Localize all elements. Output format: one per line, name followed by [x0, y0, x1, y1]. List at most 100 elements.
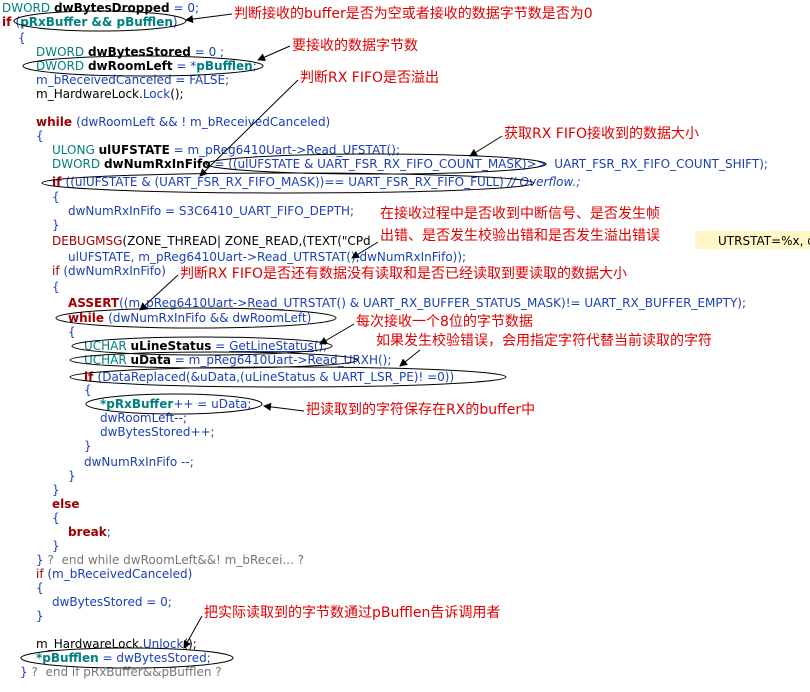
- code-line: if (DataReplaced(&uData,(uLineStatus & U…: [84, 370, 454, 384]
- code-token: ;: [106, 525, 111, 539]
- code-line: DWORD dwBytesStored = 0 ;: [36, 45, 224, 59]
- code-token: {: [52, 280, 60, 294]
- code-token: dwBytesDropped: [53, 1, 170, 15]
- code-token: = 0 ;: [190, 45, 225, 59]
- code-token: if: [52, 175, 66, 189]
- code-token: {: [52, 511, 60, 525]
- code-token: }: [68, 469, 76, 483]
- code-line: if (pRxBuffer && pBufflen): [2, 15, 178, 29]
- code-token: dwNumRxInFifo = S3C6410_UART_FIFO_DEPTH;: [68, 204, 355, 218]
- code-line: }: [84, 439, 92, 453]
- annotation-a9: 如果发生校验错误，会用指定字符代替当前读取的字符: [376, 333, 712, 349]
- code-token: break: [68, 525, 107, 539]
- code-line: *pRxBuffer++ = uData;: [100, 397, 251, 411]
- code-line: {: [68, 325, 76, 339]
- code-line: ASSERT((m_pReg6410Uart->Read_UTRSTAT() &…: [68, 296, 746, 310]
- code-line: dwRoomLeft--;: [100, 411, 187, 425]
- code-token: ): [172, 15, 178, 29]
- code-line: if (dwNumRxInFifo): [52, 264, 166, 278]
- code-token: while: [36, 115, 77, 129]
- code-token: =: [211, 339, 230, 353]
- annotation-a2: 要接收的数据字节数: [292, 38, 418, 54]
- code-token: Unlock: [142, 637, 184, 651]
- annotation-a5: 在接收过程中是否收到中断信号、是否发生帧: [380, 206, 660, 223]
- code-token: }: [84, 439, 92, 453]
- code-token: ++ = uData;: [173, 397, 252, 411]
- code-token: *pBufflen: [36, 651, 99, 665]
- code-token: // Overflow.;: [507, 175, 581, 189]
- code-line: break;: [68, 525, 111, 539]
- annotation-a4: 获取RX FIFO接收到的数据大小: [504, 126, 700, 142]
- code-line: DWORD dwRoomLeft = *pBufflen;: [36, 59, 257, 73]
- code-token: DWORD: [36, 59, 88, 73]
- code-token: uData: [130, 353, 171, 367]
- code-token: m_bReceivedCanceled = FALSE;: [36, 73, 230, 87]
- code-token: ASSERT: [68, 296, 120, 310]
- code-line: m_HardwareLock.Unlock();: [36, 637, 197, 651]
- code-line: dwBytesStored++;: [100, 425, 215, 439]
- code-token: {: [68, 325, 76, 339]
- code-token: (dwNumRxInFifo): [63, 264, 166, 278]
- annotation-a11: 把实际读取到的字节数通过pBufflen告诉调用者: [204, 605, 501, 621]
- code-line: } ? end while dwRoomLeft&&! m_bRecei... …: [36, 553, 304, 567]
- code-line: {: [36, 581, 44, 595]
- code-token: else: [52, 497, 80, 511]
- code-token: (dwRoomLeft && ! m_bReceivedCanceled): [76, 115, 331, 129]
- code-line: }: [52, 539, 60, 553]
- code-token: ulUFSTATE, m_pReg6410Uart->Read_UTRSTAT(…: [68, 250, 467, 264]
- annotation-a6: 出错、是否发生校验出错和是否发生溢出错误: [380, 228, 660, 245]
- code-editor-canvas: DWORD dwBytesDropped = 0; if (pRxBuffer &…: [0, 0, 810, 692]
- code-token: if: [2, 15, 16, 29]
- code-token: }: [36, 553, 48, 567]
- arrow-9: [399, 349, 421, 367]
- code-line: {: [52, 280, 60, 294]
- code-line: }: [36, 609, 44, 623]
- code-token: {: [36, 581, 44, 595]
- code-token: = dwBytesStored;: [98, 651, 211, 665]
- arrow-10: [263, 402, 305, 412]
- code-line: dwNumRxInFifo = S3C6410_UART_FIFO_DEPTH;: [68, 204, 354, 218]
- code-token: {: [36, 129, 44, 143]
- code-token: UCHAR: [84, 339, 131, 353]
- code-line: m_HardwareLock.Lock();: [36, 87, 184, 101]
- code-token: (DataReplaced(&uData,(uLineStatus & UART…: [97, 370, 455, 384]
- code-token: = m_pReg6410Uart->Read_UFSTAT();: [169, 143, 400, 157]
- code-token: dwBytesStored++;: [100, 425, 215, 439]
- code-line: {: [52, 190, 60, 204]
- annotation-a10: 把读取到的字符保存在RX的buffer中: [306, 402, 536, 418]
- code-token: pRxBuffer && pBufflen: [20, 15, 173, 29]
- code-token: {: [18, 31, 26, 45]
- code-token: while: [68, 311, 109, 325]
- annotation-a1: 判断接收的buffer是否为空或者接收的数据字节数是否为0: [234, 6, 593, 22]
- code-line: {: [52, 511, 60, 525]
- arrow-2: [257, 45, 291, 61]
- code-token: ();: [313, 339, 328, 353]
- annotation-a8: 每次接收一个8位的字节数据: [356, 314, 533, 330]
- code-token: DEBUGMSG: [52, 234, 123, 248]
- code-line: }: [68, 469, 76, 483]
- code-token: ;: [252, 59, 257, 73]
- code-token: ? end if pRxBuffer&&pBufflen ?: [31, 665, 222, 679]
- arrow-4: [469, 135, 503, 157]
- annotation-a3: 判断RX FIFO是否溢出: [300, 70, 440, 86]
- code-token: DWORD: [2, 1, 54, 15]
- code-token: Lock: [142, 87, 171, 101]
- code-token: if: [52, 264, 64, 278]
- code-token: *pRxBuffer: [100, 397, 174, 411]
- code-token: }: [52, 483, 60, 497]
- code-token: UTRSTAT=%x, d: [718, 234, 810, 248]
- code-line: DEBUGMSG(ZONE_THREAD| ZONE_READ,(TEXT("C…: [52, 234, 371, 248]
- code-token: UCHAR: [84, 353, 131, 367]
- code-line: dwBytesStored = 0;: [52, 595, 172, 609]
- code-line: UCHAR uData = m_pReg6410Uart->Read_URXH(…: [84, 353, 391, 367]
- code-token: }: [20, 665, 32, 679]
- code-token: dwBytesStored: [87, 45, 191, 59]
- code-line: while (dwRoomLeft && ! m_bReceivedCancel…: [36, 115, 330, 129]
- code-line: }: [52, 218, 60, 232]
- code-line: else: [52, 497, 80, 511]
- code-token: (m_bReceivedCanceled): [47, 567, 193, 581]
- code-line: *pBufflen = dwBytesStored;: [36, 651, 211, 665]
- code-token: dwRoomLeft: [87, 59, 173, 73]
- code-token: m_HardwareLock.: [36, 87, 143, 101]
- code-line: UTRSTAT=%x, d: [718, 234, 810, 248]
